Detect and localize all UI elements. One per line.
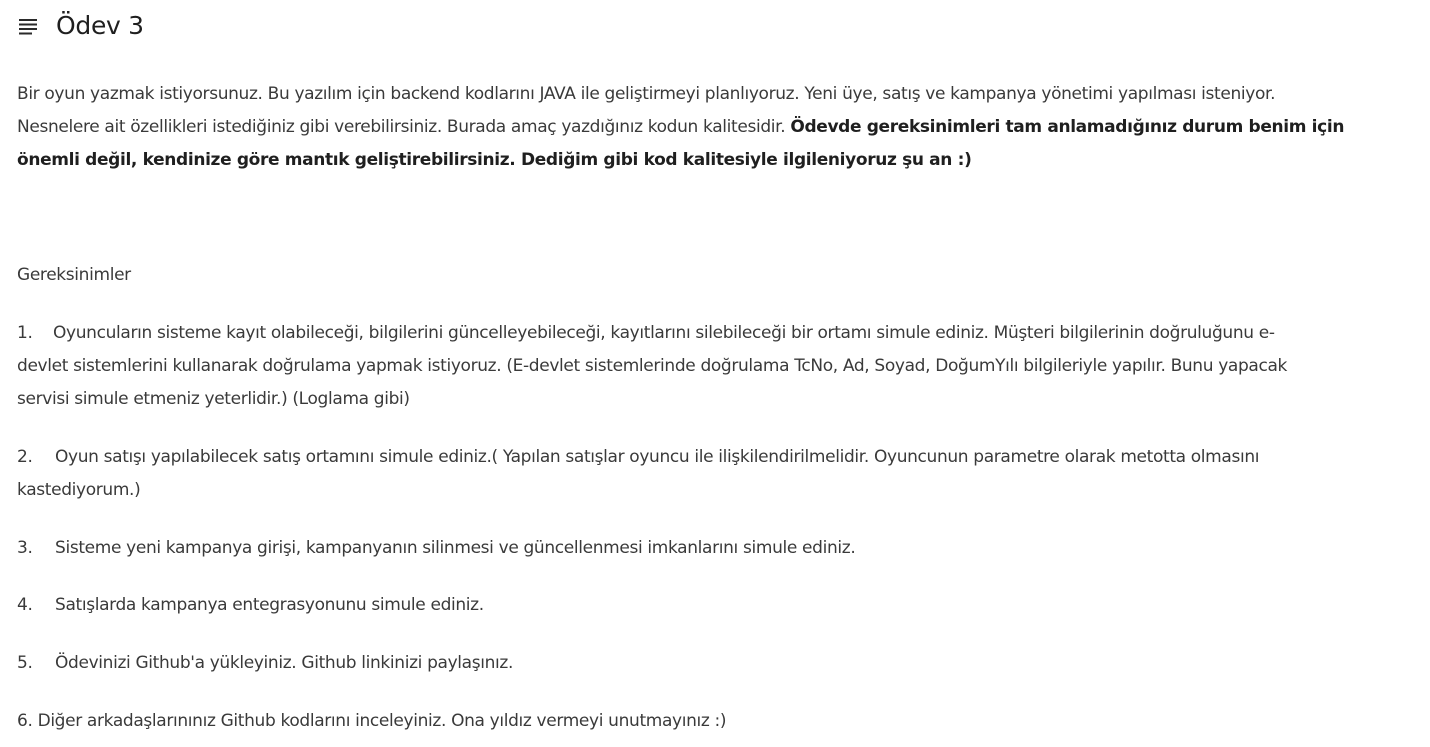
menu-lines-icon[interactable] (19, 19, 39, 35)
requirement-number: 1. (17, 323, 33, 343)
requirement-number: 2. (17, 447, 33, 467)
requirement-item-5-line-1: 5. Ödevinizi Github'a yükleyiniz. Github … (17, 647, 1417, 680)
requirement-text: Oyuncuların sisteme kayıt olabileceği, b… (53, 323, 1275, 343)
intro-line-2: Nesnelere ait özellikleri istediğiniz gi… (17, 111, 1417, 144)
intro-line-1: Bir oyun yazmak istiyorsunuz. Bu yazılım… (17, 84, 1276, 104)
intro-line-2-text: Nesnelere ait özellikleri istediğiniz gi… (17, 117, 791, 137)
requirement-item-1-line-2: devlet sistemlerini kullanarak doğrulama… (17, 356, 1288, 376)
requirement-item-4-line-1: 4. Satışlarda kampanya entegrasyonunu sim… (17, 589, 1417, 622)
intro-line-3: önemli değil, kendinize göre mantık geli… (17, 150, 972, 170)
requirement-item-2: 2. Oyun satışı yapılabilecek satış ortamı… (17, 441, 1417, 507)
requirement-item-1: 1. Oyuncuların sisteme kayıt olabileceği,… (17, 317, 1417, 416)
requirement-item-1-line-3: servisi simule etmeniz yeterlidir.) (Log… (17, 389, 410, 409)
page-header: Ödev 3 (19, 8, 144, 42)
requirement-text: Sisteme yeni kampanya girişi, kampanyanı… (55, 538, 856, 558)
requirements-heading: Gereksinimler (17, 265, 131, 285)
requirement-number: 3. (17, 538, 33, 558)
requirement-number: 4. (17, 595, 33, 615)
requirement-item-2-line-1: 2. Oyun satışı yapılabilecek satış ortamı… (17, 441, 1417, 474)
requirement-item-5: 5. Ödevinizi Github'a yükleyiniz. Github … (17, 647, 1417, 680)
requirement-item-1-line-1: 1. Oyuncuların sisteme kayıt olabileceği,… (17, 317, 1417, 350)
page-title: Ödev 3 (56, 10, 144, 40)
requirement-number: 5. (17, 653, 33, 673)
requirement-text: Oyun satışı yapılabilecek satış ortamını… (55, 447, 1260, 467)
requirement-item-2-line-2: kastediyorum.) (17, 480, 141, 500)
intro-emphasis-text: Ödevde gereksinimleri tam anlamadığınız … (790, 117, 1345, 137)
intro-paragraph: Bir oyun yazmak istiyorsunuz. Bu yazılım… (17, 78, 1417, 177)
requirement-item-3: 3. Sisteme yeni kampanya girişi, kampanya… (17, 532, 1417, 565)
requirement-item-6: 6. Diğer arkadaşlarınınız Github kodları… (17, 711, 727, 731)
requirement-text: Ödevinizi Github'a yükleyiniz. Github li… (55, 653, 514, 673)
requirement-item-4: 4. Satışlarda kampanya entegrasyonunu sim… (17, 589, 1417, 622)
requirement-text: Satışlarda kampanya entegrasyonunu simul… (55, 595, 484, 615)
requirement-item-3-line-1: 3. Sisteme yeni kampanya girişi, kampanya… (17, 532, 1417, 565)
